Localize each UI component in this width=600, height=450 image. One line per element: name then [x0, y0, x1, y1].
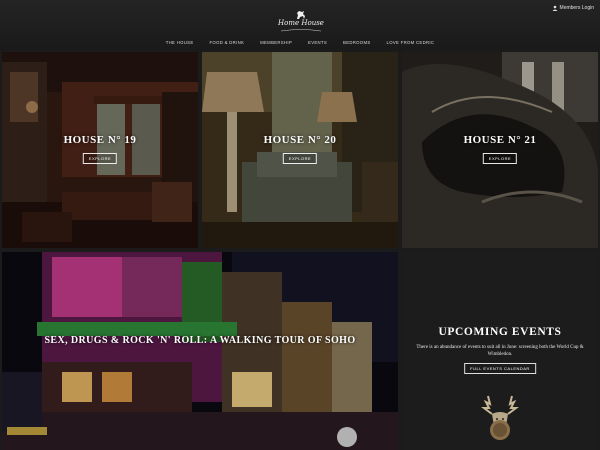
house-20-explore-button[interactable]: EXPLORE: [282, 153, 318, 164]
nav-item-the-house[interactable]: THE HOUSE: [158, 40, 202, 48]
nav-item-food-drink[interactable]: FOOD & DRINK: [202, 40, 253, 48]
house-19-title: HOUSE N° 19: [63, 134, 137, 146]
house-19-explore-button[interactable]: EXPLORE: [82, 153, 118, 164]
house-20-title: HOUSE N° 20: [263, 134, 337, 146]
site-header: Home House Members Login THE HOUSE FOOD …: [0, 0, 600, 50]
logo-text: Home House: [278, 19, 324, 27]
stag-head-icon: [481, 395, 519, 440]
nav-item-love-from-cedric[interactable]: LOVE FROM CEDRIC: [379, 40, 443, 48]
nav-item-membership[interactable]: MEMBERSHIP: [252, 40, 300, 48]
full-events-calendar-button[interactable]: FULL EVENTS CALENDAR: [464, 363, 536, 374]
soho-tour-title: SEX, DRUGS & ROCK 'N' ROLL: A WALKING TO…: [44, 335, 356, 346]
house-20-tile[interactable]: HOUSE N° 20 EXPLORE: [202, 52, 398, 248]
house-19-tile[interactable]: HOUSE N° 19 EXPLORE: [2, 52, 198, 248]
house-21-title: HOUSE N° 21: [463, 134, 537, 146]
upcoming-events-panel: UPCOMING EVENTS There is an abundance of…: [402, 252, 598, 450]
members-login-label: Members Login: [559, 5, 594, 11]
events-description: There is an abundance of events to suit …: [416, 345, 584, 357]
nav-item-events[interactable]: EVENTS: [300, 40, 335, 48]
main-nav: THE HOUSE FOOD & DRINK MEMBERSHIP EVENTS…: [0, 40, 600, 48]
house-21-tile[interactable]: HOUSE N° 21 EXPLORE: [402, 52, 598, 248]
nav-item-bedrooms[interactable]: BEDROOMS: [335, 40, 378, 48]
person-icon: [552, 5, 558, 11]
soho-tour-feature[interactable]: SEX, DRUGS & ROCK 'N' ROLL: A WALKING TO…: [2, 252, 398, 450]
house-21-explore-button[interactable]: EXPLORE: [482, 153, 518, 164]
events-title: UPCOMING EVENTS: [438, 326, 562, 338]
logo-swoosh: [280, 29, 322, 32]
site-logo[interactable]: Home House: [276, 10, 326, 32]
members-login-link[interactable]: Members Login: [552, 3, 594, 13]
